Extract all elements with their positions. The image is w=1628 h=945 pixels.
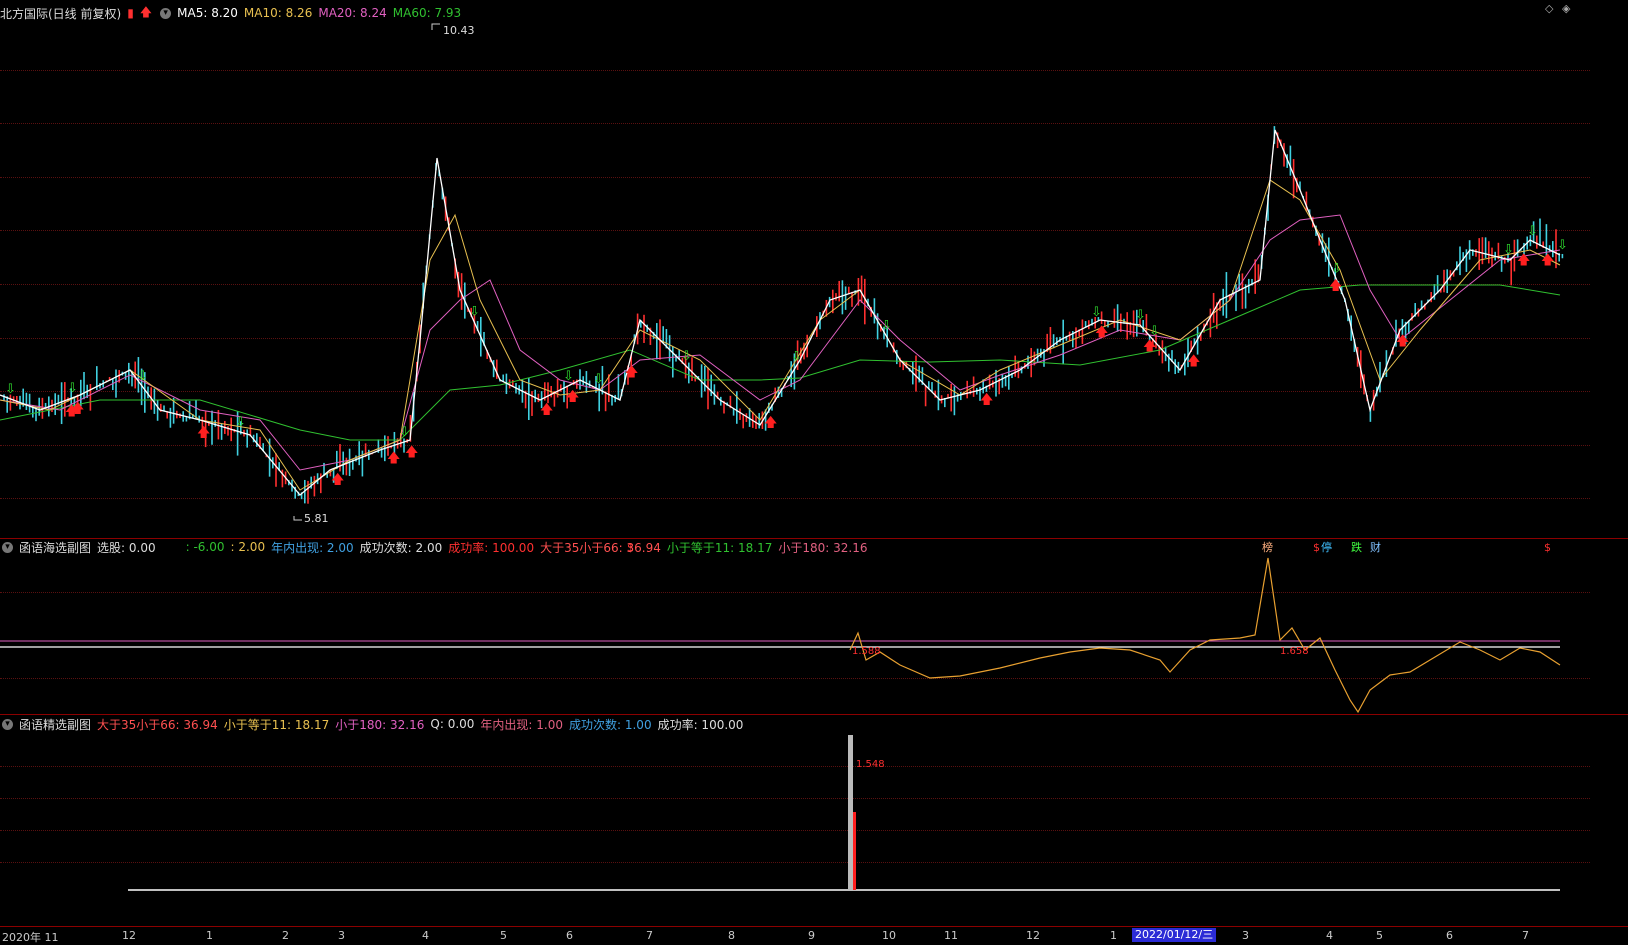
sub2-chart[interactable]: [0, 0, 1628, 944]
axis-label: 6: [566, 929, 573, 942]
axis-label: 1: [1110, 929, 1117, 942]
axis-label: 1: [206, 929, 213, 942]
axis-label: 3: [1242, 929, 1249, 942]
axis-label: 10: [882, 929, 896, 942]
axis-label: 12: [1026, 929, 1040, 942]
axis-label: 7: [1522, 929, 1529, 942]
axis-label: 6: [1446, 929, 1453, 942]
sub2-peak-label: 1.548: [856, 759, 885, 770]
axis-label: 5: [500, 929, 507, 942]
axis-label: 12: [122, 929, 136, 942]
axis-label: 2: [282, 929, 289, 942]
axis-label: 4: [422, 929, 429, 942]
axis-label: 4: [1326, 929, 1333, 942]
axis-label: 5: [1376, 929, 1383, 942]
axis-label: 11: [944, 929, 958, 942]
axis-label: 7: [646, 929, 653, 942]
cursor-date-label: 2022/01/12/三: [1132, 928, 1217, 942]
axis-label: 8: [728, 929, 735, 942]
axis-label: 2020年 11: [2, 931, 59, 944]
axis-label: 9: [808, 929, 815, 942]
time-axis[interactable]: 2020年 11 12 1 2 3 4 5 6 7 8 9 10 11 12 1…: [0, 926, 1628, 945]
axis-label: 3: [338, 929, 345, 942]
